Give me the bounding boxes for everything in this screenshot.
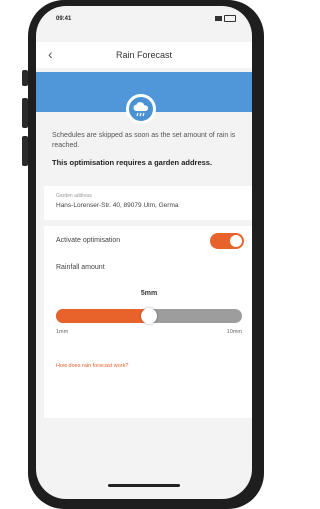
status-icons xyxy=(215,15,236,22)
status-time: 09:41 xyxy=(56,16,72,22)
rainfall-slider-fill xyxy=(56,309,149,323)
app-screen: 09:41 ‹ Rain Forecast Schedules are skip… xyxy=(36,6,252,499)
rain-forecast-help-link[interactable]: How does rain forecast work? xyxy=(56,363,128,369)
rainfall-slider-thumb[interactable] xyxy=(141,308,157,324)
optimisation-card: Activate optimisation Rainfall amount 5m… xyxy=(44,226,252,418)
activate-optimisation-label: Activate optimisation xyxy=(56,237,121,244)
rain-forecast-description: Schedules are skipped as soon as the set… xyxy=(52,132,236,149)
navigation-bar: ‹ Rain Forecast xyxy=(36,42,252,68)
page-title: Rain Forecast xyxy=(115,50,173,60)
battery-icon xyxy=(224,15,236,22)
activate-optimisation-toggle[interactable] xyxy=(210,233,244,249)
rain-cloud-icon xyxy=(126,94,156,124)
rainfall-value: 5mm xyxy=(140,290,158,297)
address-requirement-note: This optimisation requires a garden addr… xyxy=(52,158,213,167)
address-card[interactable]: Garden address Hans-Lorenser-Str. 40, 89… xyxy=(44,186,252,220)
home-indicator xyxy=(108,484,180,487)
address-field-label: Garden address xyxy=(56,193,92,199)
cellular-signal-icon xyxy=(215,16,222,21)
toggle-knob xyxy=(230,235,242,247)
rainfall-min-label: 1mm xyxy=(56,329,69,335)
rainfall-amount-label: Rainfall amount xyxy=(56,264,105,271)
address-field-value: Hans-Lorenser-Str. 40, 89079 Ulm, Germa xyxy=(56,202,179,209)
rainfall-max-label: 10mm xyxy=(226,329,242,335)
status-bar: 09:41 xyxy=(36,6,252,34)
